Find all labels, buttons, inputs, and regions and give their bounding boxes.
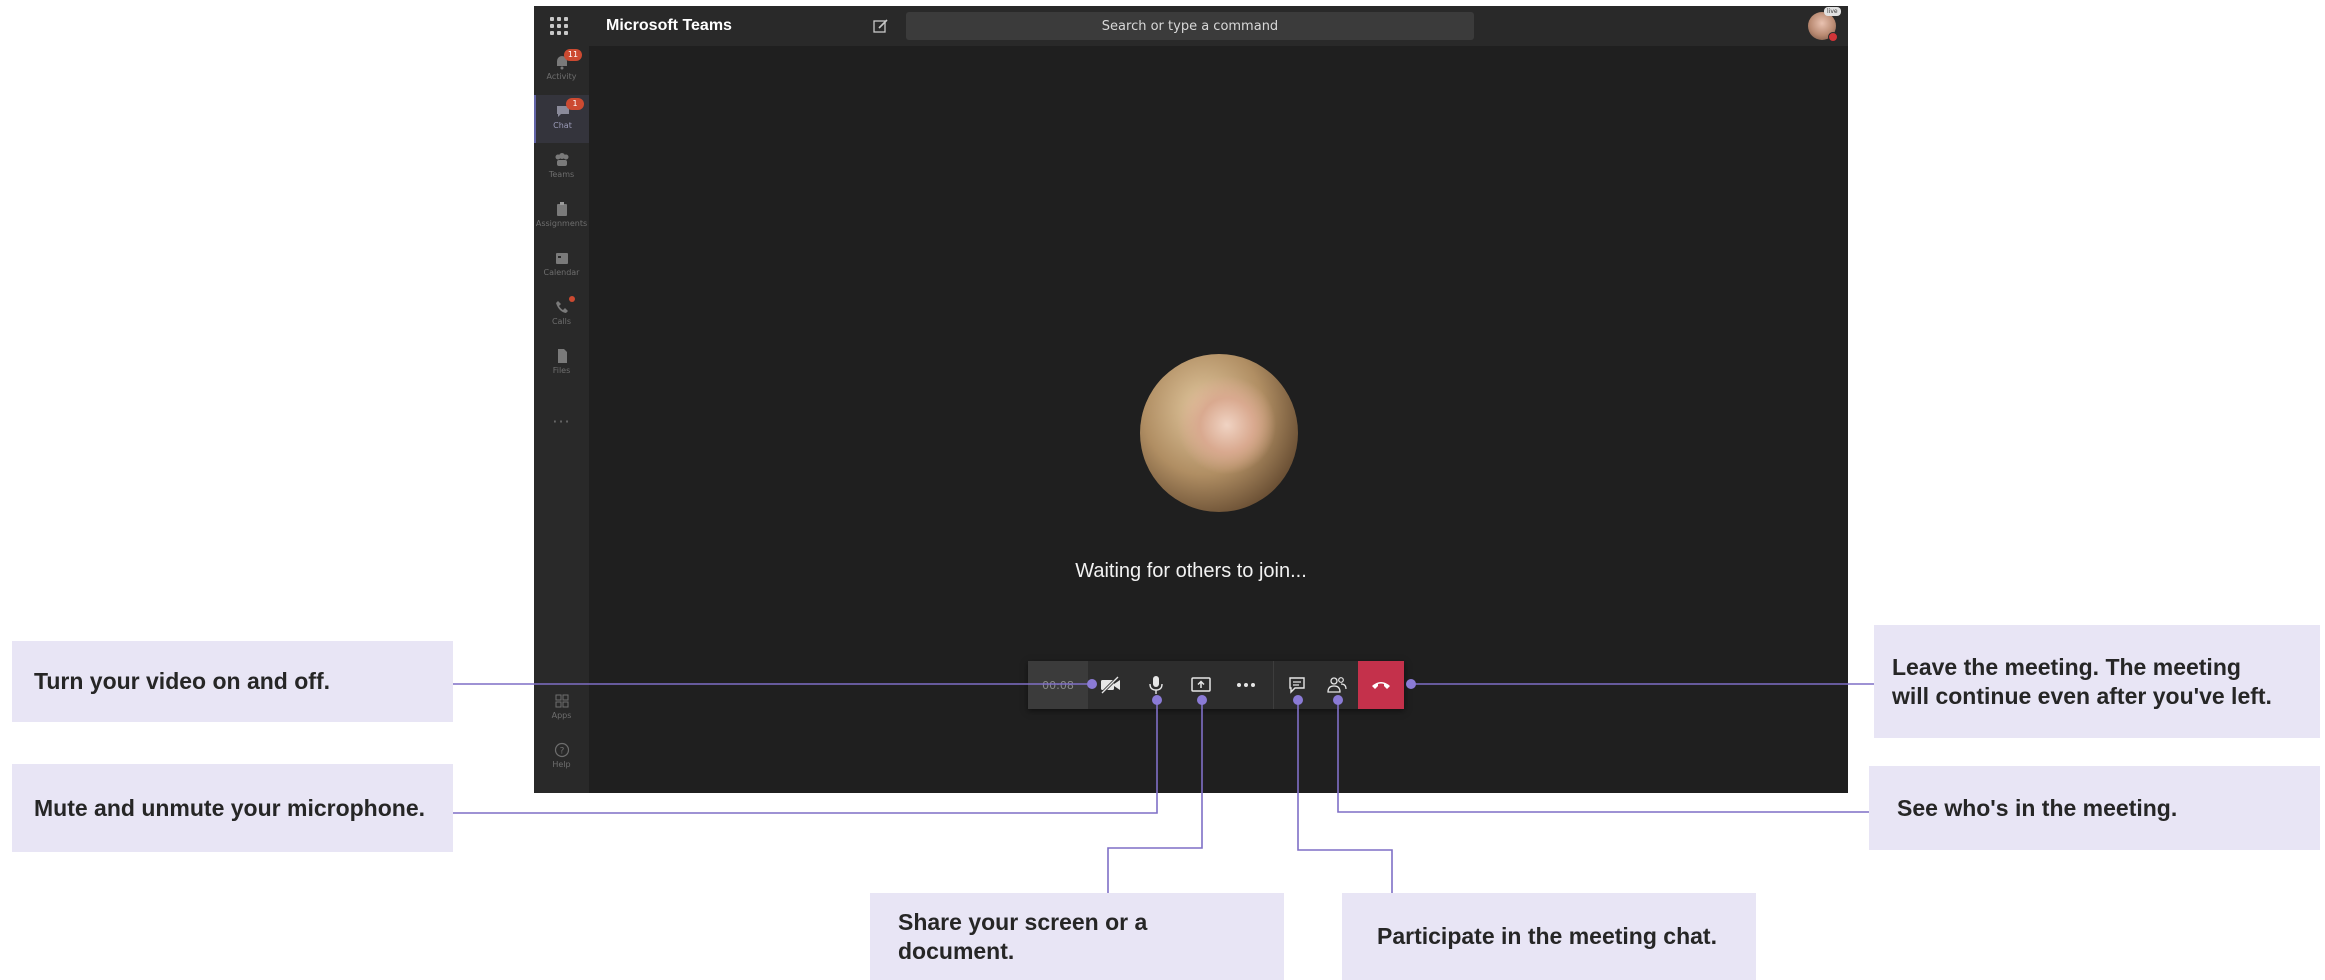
callout-participants: See who's in the meeting.: [1869, 766, 2320, 850]
connector-chat: [1297, 700, 1393, 893]
callout-video-text: Turn your video on and off.: [34, 668, 331, 695]
connector-mic: [453, 700, 1158, 814]
dot-mic: [1152, 695, 1162, 705]
callout-leave-line2: will continue even after you've left.: [1892, 682, 2272, 709]
callout-share: Share your screen or a document.: [870, 893, 1284, 980]
dot-chat: [1293, 695, 1303, 705]
dot-share: [1197, 695, 1207, 705]
callout-participants-text: See who's in the meeting.: [1897, 794, 2178, 821]
dot-leave: [1406, 679, 1416, 689]
dot-video: [1087, 679, 1097, 689]
callout-leave-line1: Leave the meeting. The meeting: [1892, 653, 2241, 680]
callout-leave: Leave the meeting. The meeting will cont…: [1874, 625, 2320, 738]
callout-video: Turn your video on and off.: [12, 641, 453, 722]
connector-share: [1107, 700, 1203, 893]
callout-mic: Mute and unmute your microphone.: [12, 764, 453, 852]
dot-participants: [1333, 695, 1343, 705]
callout-chat: Participate in the meeting chat.: [1342, 893, 1756, 980]
callout-chat-text: Participate in the meeting chat.: [1377, 923, 1717, 950]
callout-mic-text: Mute and unmute your microphone.: [34, 794, 426, 821]
connector-participants: [1337, 700, 1869, 813]
callout-share-text: Share your screen or a document.: [898, 908, 1148, 964]
